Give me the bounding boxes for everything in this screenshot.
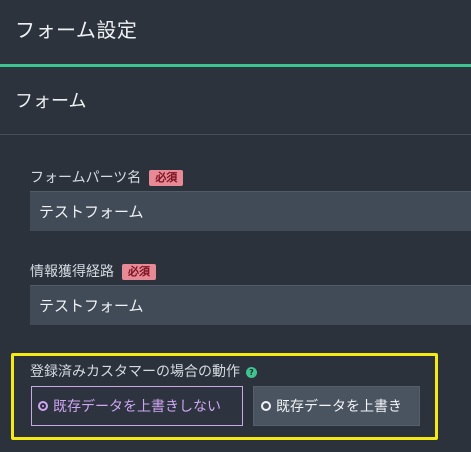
registered-customer-behavior-label-text: 登録済みカスタマーの場合の動作: [30, 364, 240, 380]
registered-customer-behavior-label: 登録済みカスタマーの場合の動作 ?: [30, 362, 257, 382]
required-badge: 必須: [149, 170, 184, 186]
acquisition-channel-label-text: 情報獲得経路: [30, 264, 114, 280]
app-header: フォーム設定: [0, 0, 471, 64]
section-header: フォーム: [0, 67, 471, 135]
radio-unchecked-icon: [261, 401, 271, 411]
form-part-name-label-text: フォームパーツ名: [30, 170, 142, 186]
radio-checked-icon: [38, 401, 48, 411]
acquisition-channel-input[interactable]: テストフォーム: [30, 285, 471, 325]
acquisition-channel-label: 情報獲得経路 必須: [30, 262, 156, 282]
page-title: フォーム設定: [15, 18, 138, 42]
option-do-not-overwrite[interactable]: 既存データを上書きしない: [31, 386, 243, 426]
option-overwrite-label: 既存データを上書き: [276, 399, 402, 415]
form-part-name-input[interactable]: テストフォーム: [30, 191, 471, 231]
option-overwrite[interactable]: 既存データを上書き: [253, 386, 420, 426]
option-do-not-overwrite-label: 既存データを上書きしない: [53, 399, 221, 415]
required-badge: 必須: [122, 264, 156, 280]
help-icon[interactable]: ?: [246, 366, 257, 378]
section-title: フォーム: [15, 91, 87, 112]
form-part-name-label: フォームパーツ名 必須: [30, 168, 184, 188]
